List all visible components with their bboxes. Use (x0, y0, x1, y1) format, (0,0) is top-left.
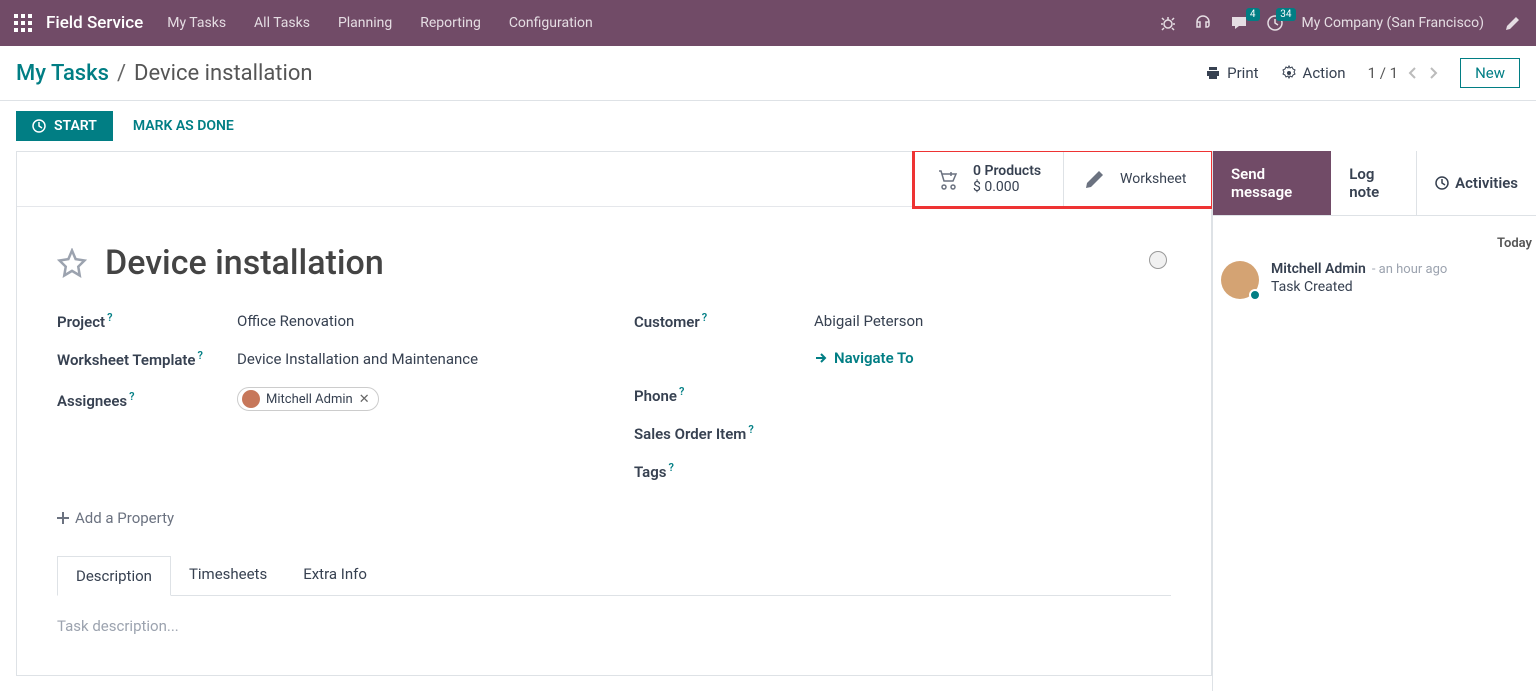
log-note-button[interactable]: Log note (1331, 151, 1417, 215)
nav-right: 4 34 My Company (San Francisco) (1160, 13, 1522, 33)
customer-label: Customer? (634, 311, 814, 331)
clock-icon (32, 119, 46, 133)
new-button[interactable]: New (1460, 58, 1520, 88)
user-menu-icon[interactable] (1502, 13, 1522, 33)
print-icon (1205, 65, 1221, 81)
plus-icon (57, 512, 69, 524)
activities-button[interactable]: Activities (1417, 151, 1536, 215)
clock-small-icon (1435, 176, 1449, 190)
presence-dot (1249, 289, 1261, 301)
phone-label: Phone? (634, 385, 814, 405)
products-count: 0 Products (973, 163, 1041, 179)
form-sheet: 0 Products $ 0.000 Worksheet Devic (16, 151, 1212, 676)
print-button[interactable]: Print (1205, 64, 1258, 82)
breadcrumb: My Tasks / Device installation (16, 61, 313, 86)
messaging-badge: 4 (1246, 8, 1260, 21)
template-value[interactable]: Device Installation and Maintenance (237, 350, 478, 368)
message-avatar[interactable] (1221, 261, 1259, 299)
action-menu[interactable]: Action (1281, 64, 1346, 82)
messaging-icon[interactable]: 4 (1230, 14, 1248, 32)
tags-label: Tags? (634, 461, 814, 481)
add-property-button[interactable]: Add a Property (57, 509, 1171, 527)
nav-reporting[interactable]: Reporting (420, 15, 481, 31)
navigate-to-link[interactable]: Navigate To (814, 349, 914, 367)
cart-icon (935, 167, 959, 191)
breadcrumb-sep: / (117, 61, 126, 86)
tab-extra-info[interactable]: Extra Info (285, 555, 385, 595)
project-value[interactable]: Office Renovation (237, 312, 354, 330)
tabs: Description Timesheets Extra Info (57, 555, 1171, 595)
stat-buttons-highlight: 0 Products $ 0.000 Worksheet (912, 151, 1213, 209)
action-bar: START MARK AS DONE (0, 101, 1536, 151)
breadcrumb-current: Device installation (134, 61, 313, 86)
worksheet-label: Worksheet (1120, 171, 1186, 187)
pager-next[interactable] (1428, 66, 1438, 80)
support-icon[interactable] (1194, 14, 1212, 32)
worksheet-stat-button[interactable]: Worksheet (1063, 152, 1211, 206)
nav-menu: My Tasks All Tasks Planning Reporting Co… (167, 15, 593, 31)
bug-icon[interactable] (1160, 15, 1176, 31)
send-message-button[interactable]: Send message (1213, 151, 1331, 215)
chatter: Send message Log note Activities Today M… (1213, 151, 1536, 691)
gear-icon (1281, 65, 1297, 81)
app-brand[interactable]: Field Service (46, 13, 143, 33)
tab-description[interactable]: Description (57, 556, 171, 596)
assignees-value[interactable]: Mitchell Admin ✕ (237, 387, 379, 412)
nav-configuration[interactable]: Configuration (509, 15, 593, 31)
mark-done-button[interactable]: MARK AS DONE (133, 118, 234, 134)
nav-planning[interactable]: Planning (338, 15, 392, 31)
message-author[interactable]: Mitchell Admin (1271, 261, 1366, 277)
today-separator: Today (1217, 216, 1532, 261)
message-time: - an hour ago (1372, 262, 1447, 277)
pager-prev[interactable] (1408, 66, 1418, 80)
nav-my-tasks[interactable]: My Tasks (167, 15, 226, 31)
soi-label: Sales Order Item? (634, 423, 814, 443)
subheader-actions: Print Action 1 / 1 New (1205, 58, 1520, 88)
start-button[interactable]: START (16, 111, 113, 141)
products-amount: $ 0.000 (973, 179, 1041, 195)
activity-badge: 34 (1276, 8, 1295, 21)
stage-indicator[interactable] (1149, 251, 1167, 269)
description-placeholder[interactable]: Task description... (57, 617, 179, 635)
apps-icon[interactable] (14, 14, 32, 32)
message-text: Task Created (1271, 279, 1447, 295)
activity-icon[interactable]: 34 (1266, 14, 1284, 32)
customer-value[interactable]: Abigail Peterson (814, 312, 923, 330)
pager-text: 1 / 1 (1368, 64, 1399, 82)
remove-assignee-icon[interactable]: ✕ (359, 392, 370, 407)
pencil-icon (1084, 168, 1106, 190)
subheader: My Tasks / Device installation Print Act… (0, 46, 1536, 101)
project-label: Project? (57, 311, 237, 331)
top-nav: Field Service My Tasks All Tasks Plannin… (0, 0, 1536, 46)
tab-timesheets[interactable]: Timesheets (171, 555, 285, 595)
pager: 1 / 1 (1368, 64, 1439, 82)
task-title[interactable]: Device installation (105, 243, 384, 283)
assignees-label: Assignees? (57, 390, 237, 410)
message: Mitchell Admin - an hour ago Task Create… (1217, 261, 1532, 299)
breadcrumb-parent[interactable]: My Tasks (16, 61, 109, 86)
arrow-right-icon (814, 351, 828, 365)
company-selector[interactable]: My Company (San Francisco) (1302, 15, 1484, 31)
star-icon[interactable] (57, 248, 87, 278)
avatar (242, 390, 260, 408)
tab-panel-description: Task description... (57, 595, 1171, 655)
template-label: Worksheet Template? (57, 349, 237, 369)
products-stat-button[interactable]: 0 Products $ 0.000 (915, 152, 1063, 206)
nav-all-tasks[interactable]: All Tasks (254, 15, 310, 31)
assignee-chip[interactable]: Mitchell Admin ✕ (237, 387, 379, 411)
